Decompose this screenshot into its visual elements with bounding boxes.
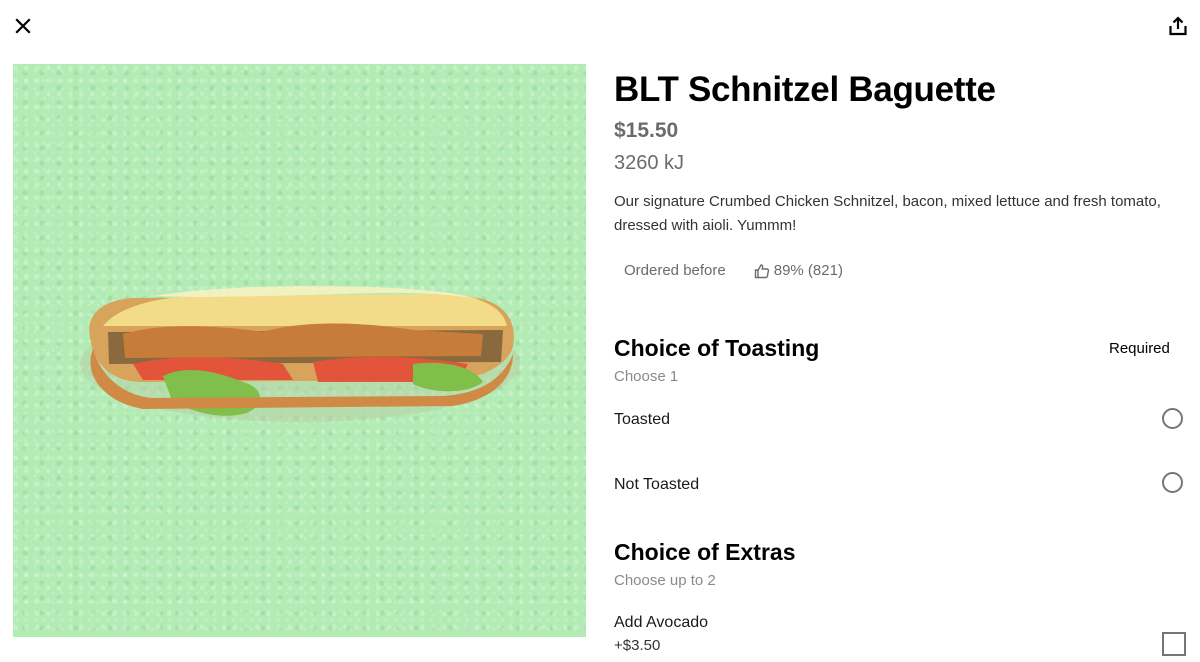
share-icon xyxy=(1169,16,1187,36)
toasting-section-title: Choice of Toasting xyxy=(614,335,820,361)
product-title: BLT Schnitzel Baguette xyxy=(614,70,996,109)
thumbs-up-icon xyxy=(754,263,769,278)
option-add-avocado[interactable]: Add Avocado +$3.50 xyxy=(614,612,1189,662)
option-not-toasted-radio[interactable] xyxy=(1162,472,1183,493)
required-badge: Required xyxy=(1109,340,1170,357)
toasting-section-subtitle: Choose 1 xyxy=(614,368,679,385)
product-image xyxy=(13,64,586,637)
ordered-before-label: Ordered before xyxy=(624,262,726,279)
option-add-avocado-price: +$3.50 xyxy=(614,637,661,654)
option-not-toasted-label: Not Toasted xyxy=(614,476,700,493)
option-toasted[interactable]: Toasted xyxy=(614,400,1189,440)
option-add-avocado-label: Add Avocado xyxy=(614,614,709,631)
extras-section-title: Choice of Extras xyxy=(614,539,796,565)
option-toasted-radio[interactable] xyxy=(1162,408,1183,429)
close-icon xyxy=(15,18,31,34)
option-toasted-label: Toasted xyxy=(614,411,671,428)
product-description: Our signature Crumbed Chicken Schnitzel,… xyxy=(614,193,1161,234)
rating-value: 89% (821) xyxy=(773,262,843,279)
sandwich-illustration xyxy=(80,286,520,422)
close-button[interactable] xyxy=(8,11,38,41)
rating: 89% (821) xyxy=(754,262,843,279)
share-button[interactable] xyxy=(1163,11,1193,41)
option-not-toasted[interactable]: Not Toasted xyxy=(614,464,1189,504)
extras-section-subtitle: Choose up to 2 xyxy=(614,572,716,589)
product-price: $15.50 xyxy=(614,119,679,142)
product-energy: 3260 kJ xyxy=(614,152,685,174)
option-add-avocado-checkbox[interactable] xyxy=(1162,632,1186,656)
product-meta: Ordered before 89% (821) xyxy=(624,262,843,279)
